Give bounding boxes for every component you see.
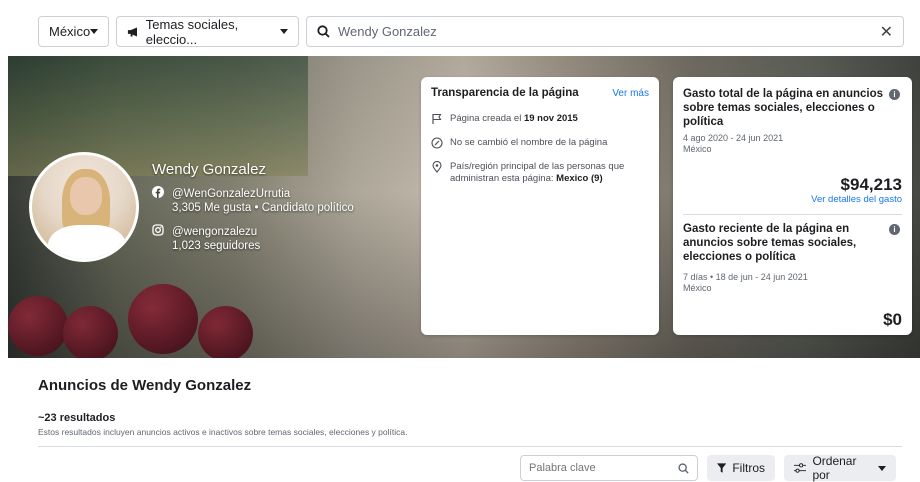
filter-bar: México Temas sociales, eleccio... ✕ bbox=[0, 0, 920, 56]
total-spend-range: 4 ago 2020 - 24 jun 2021 bbox=[683, 133, 784, 143]
recent-spend-range: 7 días • 18 de jun - 24 jun 2021 bbox=[683, 272, 808, 282]
divider bbox=[38, 446, 902, 447]
name-change-text: No se cambió el nombre de la página bbox=[450, 137, 608, 148]
results-count: ~23 resultados bbox=[38, 412, 116, 424]
instagram-info: @wengonzalezu 1,023 seguidores bbox=[152, 224, 260, 253]
recent-spend-country: México bbox=[683, 283, 712, 293]
results-note: Estos resultados incluyen anuncios activ… bbox=[38, 427, 408, 437]
info-icon[interactable]: i bbox=[889, 224, 900, 235]
page-transparency-card: Transparencia de la página Ver más Págin… bbox=[421, 77, 659, 335]
name-change-row: No se cambió el nombre de la página bbox=[431, 137, 649, 149]
facebook-info: @WenGonzalezUrrutia 3,305 Me gusta • Can… bbox=[152, 186, 354, 215]
sort-button-label: Ordenar por bbox=[812, 454, 857, 482]
search-input[interactable] bbox=[338, 24, 880, 39]
total-spend-title: Gasto total de la página en anuncios sob… bbox=[683, 88, 884, 128]
see-more-link[interactable]: Ver más bbox=[612, 88, 649, 99]
page-name[interactable]: Wendy Gonzalez bbox=[152, 161, 266, 178]
page-created-row: Página creada el 19 nov 2015 bbox=[431, 113, 649, 125]
chevron-down-icon bbox=[280, 29, 288, 34]
avatar-art bbox=[48, 225, 126, 259]
flag-icon bbox=[432, 113, 442, 124]
instagram-stats: 1,023 seguidores bbox=[172, 240, 261, 252]
ad-category-dropdown[interactable]: Temas sociales, eleccio... bbox=[116, 16, 299, 47]
filters-button[interactable]: Filtros bbox=[707, 455, 775, 481]
page-created-label: Página creada el bbox=[450, 113, 522, 124]
keyword-search bbox=[520, 455, 698, 481]
avatar-art bbox=[70, 177, 102, 215]
search-icon bbox=[678, 462, 689, 474]
spend-details-link[interactable]: Ver detalles del gasto bbox=[811, 194, 902, 205]
divider bbox=[683, 214, 902, 215]
ads-section-title: Anuncios de Wendy Gonzalez bbox=[38, 377, 252, 394]
instagram-icon bbox=[152, 224, 164, 236]
megaphone-icon bbox=[127, 26, 138, 37]
avatar[interactable] bbox=[29, 152, 139, 262]
page-created-date: 19 nov 2015 bbox=[523, 113, 578, 124]
chevron-down-icon bbox=[90, 29, 99, 34]
filters-button-label: Filtros bbox=[732, 461, 765, 475]
info-icon[interactable]: i bbox=[889, 89, 900, 100]
admin-country-value: Mexico (9) bbox=[556, 173, 603, 184]
filter-icon bbox=[717, 463, 727, 473]
recent-spend-amount: $0 bbox=[883, 310, 902, 329]
page-spend-card: Gasto total de la página en anuncios sob… bbox=[673, 77, 912, 335]
transparency-title: Transparencia de la página bbox=[431, 87, 579, 99]
sort-button[interactable]: Ordenar por bbox=[784, 454, 896, 482]
clear-search-icon[interactable]: ✕ bbox=[880, 22, 893, 42]
facebook-icon bbox=[152, 186, 164, 198]
country-dropdown[interactable]: México bbox=[38, 16, 109, 47]
keyword-input[interactable] bbox=[529, 462, 678, 474]
instagram-handle[interactable]: @wengonzalezu bbox=[172, 226, 257, 238]
location-pin-icon bbox=[432, 161, 442, 173]
search-icon bbox=[317, 25, 330, 38]
search-bar: ✕ bbox=[306, 16, 904, 47]
country-dropdown-label: México bbox=[49, 24, 91, 39]
total-spend-amount: $94,213 bbox=[840, 175, 902, 194]
chevron-down-icon bbox=[878, 465, 886, 471]
edit-history-icon bbox=[431, 137, 443, 149]
admin-country-row: País/región principal de las personas qu… bbox=[431, 161, 649, 185]
ad-category-label: Temas sociales, eleccio... bbox=[145, 16, 239, 47]
facebook-handle[interactable]: @WenGonzalezUrrutia bbox=[172, 188, 290, 200]
sort-sliders-icon bbox=[794, 463, 807, 473]
total-spend-country: México bbox=[683, 144, 712, 154]
facebook-stats: 3,305 Me gusta • Candidato político bbox=[172, 202, 354, 214]
recent-spend-title: Gasto reciente de la página en anuncios … bbox=[683, 223, 857, 263]
